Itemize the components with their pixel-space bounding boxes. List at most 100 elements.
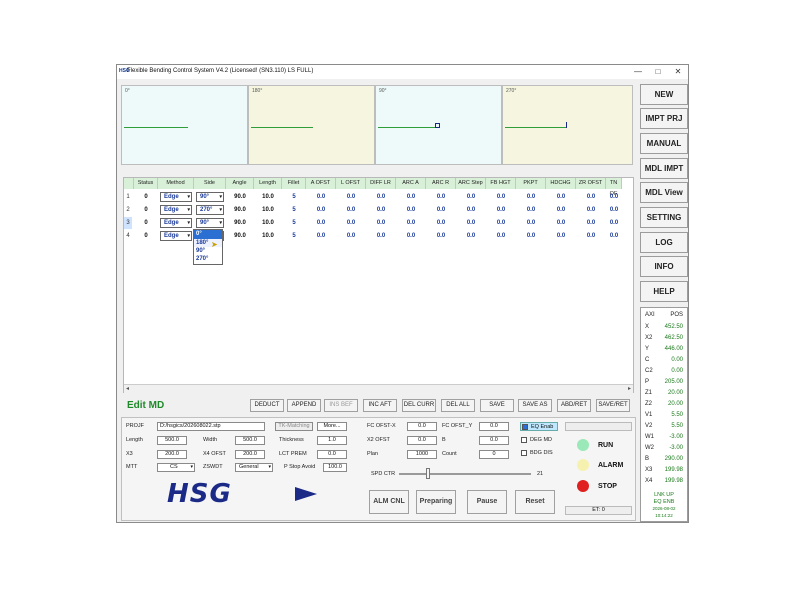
table-cell-fb-hgt[interactable]: 0.0 (486, 230, 516, 242)
eq-enab-checkbox[interactable] (522, 424, 528, 430)
setting-button[interactable]: SETTING (640, 207, 688, 228)
table-cell-angle[interactable]: 90.0 (226, 217, 254, 229)
speed-slider-thumb[interactable] (426, 468, 431, 479)
count-field[interactable]: 0 (479, 450, 509, 459)
save-button[interactable]: SAVE (480, 399, 514, 412)
table-cell-tn-of[interactable]: 0.0 (606, 217, 622, 229)
table-cell-fb-hgt[interactable]: 0.0 (486, 217, 516, 229)
info-button[interactable]: INFO (640, 256, 688, 277)
table-cell-length[interactable]: 10.0 (254, 204, 282, 216)
table-cell-fillet[interactable]: 5 (282, 217, 306, 229)
row-number[interactable]: 1 (124, 191, 132, 203)
table-cell-fb-hgt[interactable]: 0.0 (486, 204, 516, 216)
help-button[interactable]: HELP (640, 281, 688, 302)
table-cell-status[interactable]: 0 (134, 191, 158, 203)
scroll-left-icon[interactable]: ◂ (126, 385, 129, 392)
preview-0[interactable]: 0° (121, 85, 248, 165)
bdg-dis-checkbox[interactable] (521, 450, 527, 456)
delete-current-button[interactable]: DEL CURR (402, 399, 436, 412)
table-cell-arc-r[interactable]: 0.0 (426, 230, 456, 242)
table-cell-a-ofst[interactable]: 0.0 (306, 191, 336, 203)
deg-md-checkbox[interactable] (521, 437, 527, 443)
alarm-cancel-button[interactable]: ALM CNL (369, 490, 409, 514)
table-cell-a-ofst[interactable]: 0.0 (306, 217, 336, 229)
reset-button[interactable]: Reset (515, 490, 555, 514)
method-select[interactable]: Edge ▾ (160, 205, 192, 215)
table-cell-l-ofst[interactable]: 0.0 (336, 217, 366, 229)
table-cell-l-ofst[interactable]: 0.0 (336, 204, 366, 216)
preparing-button[interactable]: Preparing (416, 490, 456, 514)
table-cell-angle[interactable]: 90.0 (226, 230, 254, 242)
insert-before-button[interactable]: INS BEF (324, 399, 358, 412)
fc-ofst-x-field[interactable]: 0.0 (407, 422, 437, 431)
table-cell-arc-a[interactable]: 0.0 (396, 191, 426, 203)
table-cell-arc-r[interactable]: 0.0 (426, 217, 456, 229)
table-cell-fb-hgt[interactable]: 0.0 (486, 191, 516, 203)
plan-field[interactable]: 1000 (407, 450, 437, 459)
table-cell-arc-step[interactable]: 0.0 (456, 217, 486, 229)
table-cell-arc-a[interactable]: 0.0 (396, 230, 426, 242)
table-cell-length[interactable]: 10.0 (254, 217, 282, 229)
bend-table[interactable]: Status Method Side Angle Length Fillet A OFST L… (123, 177, 634, 393)
row-number[interactable]: 2 (124, 204, 132, 216)
table-cell-angle[interactable]: 90.0 (226, 204, 254, 216)
width-field[interactable]: 500.0 (235, 436, 265, 445)
side-option[interactable]: 270° (194, 255, 222, 263)
table-cell-hdchg[interactable]: 0.0 (546, 191, 576, 203)
save-as-button[interactable]: SAVE AS (518, 399, 552, 412)
table-cell-zr-ofst[interactable]: 0.0 (576, 204, 606, 216)
import-project-button[interactable]: IMPT PRJ (640, 108, 688, 129)
side-option-selected[interactable]: 0° (194, 230, 222, 239)
side-select[interactable]: 90° ▾ (196, 192, 224, 202)
pause-button[interactable]: Pause (467, 490, 507, 514)
horizontal-scrollbar[interactable]: ◂ ▸ (124, 384, 633, 393)
preview-270[interactable]: 270° (502, 85, 633, 165)
table-cell-diff-lr[interactable]: 0.0 (366, 230, 396, 242)
lct-prem-field[interactable]: 0.0 (317, 450, 347, 459)
model-import-button[interactable]: MDL IMPT (640, 158, 688, 179)
speed-slider-track[interactable] (399, 473, 531, 475)
model-view-button[interactable]: MDL View (640, 182, 688, 203)
project-path-field[interactable]: D:/hsgics/202608022.stp (157, 422, 265, 431)
table-cell-zr-ofst[interactable]: 0.0 (576, 191, 606, 203)
row-number[interactable]: 4 (124, 230, 132, 242)
table-cell-zr-ofst[interactable]: 0.0 (576, 230, 606, 242)
fc-ofst-y-field[interactable]: 0.0 (479, 422, 509, 431)
p-stop-field[interactable]: 100.0 (323, 463, 347, 472)
deduct-button[interactable]: DEDUCT (250, 399, 284, 412)
preview-180[interactable]: 180° (248, 85, 375, 165)
table-cell-pkpt[interactable]: 0.0 (516, 204, 546, 216)
table-cell-diff-lr[interactable]: 0.0 (366, 217, 396, 229)
method-select[interactable]: Edge ▾ (160, 192, 192, 202)
new-button[interactable]: NEW (640, 84, 688, 105)
table-cell-fillet[interactable]: 5 (282, 204, 306, 216)
table-cell-arc-a[interactable]: 0.0 (396, 217, 426, 229)
preview-90[interactable]: 90° (375, 85, 502, 165)
table-cell-status[interactable]: 0 (134, 230, 158, 242)
table-cell-arc-r[interactable]: 0.0 (426, 204, 456, 216)
x2-ofst-field[interactable]: 0.0 (407, 436, 437, 445)
table-cell-length[interactable]: 10.0 (254, 230, 282, 242)
thickness-field[interactable]: 1.0 (317, 436, 347, 445)
tk-matching-button[interactable]: TK-Matching (275, 422, 313, 431)
mtt-select[interactable]: CS ▾ (157, 463, 195, 472)
delete-all-button[interactable]: DEL ALL (441, 399, 475, 412)
table-cell-a-ofst[interactable]: 0.0 (306, 230, 336, 242)
table-cell-arc-r[interactable]: 0.0 (426, 191, 456, 203)
table-cell-arc-a[interactable]: 0.0 (396, 204, 426, 216)
table-cell-pkpt[interactable]: 0.0 (516, 217, 546, 229)
scroll-right-icon[interactable]: ▸ (628, 385, 631, 392)
side-dropdown-list[interactable]: 0° 180° 90° 270° ➤ (193, 229, 223, 265)
table-cell-l-ofst[interactable]: 0.0 (336, 230, 366, 242)
maximize-button[interactable]: □ (649, 66, 667, 77)
table-cell-diff-lr[interactable]: 0.0 (366, 191, 396, 203)
table-cell-arc-step[interactable]: 0.0 (456, 230, 486, 242)
table-cell-arc-step[interactable]: 0.0 (456, 191, 486, 203)
x4-ofst-field[interactable]: 200.0 (235, 450, 265, 459)
eq-enab-toggle[interactable]: EQ Enab (520, 422, 558, 431)
table-cell-pkpt[interactable]: 0.0 (516, 191, 546, 203)
close-button[interactable]: ✕ (669, 66, 687, 77)
table-cell-status[interactable]: 0 (134, 217, 158, 229)
save-return-button[interactable]: SAVE/RET (596, 399, 630, 412)
row-number[interactable]: 3 (124, 217, 132, 229)
